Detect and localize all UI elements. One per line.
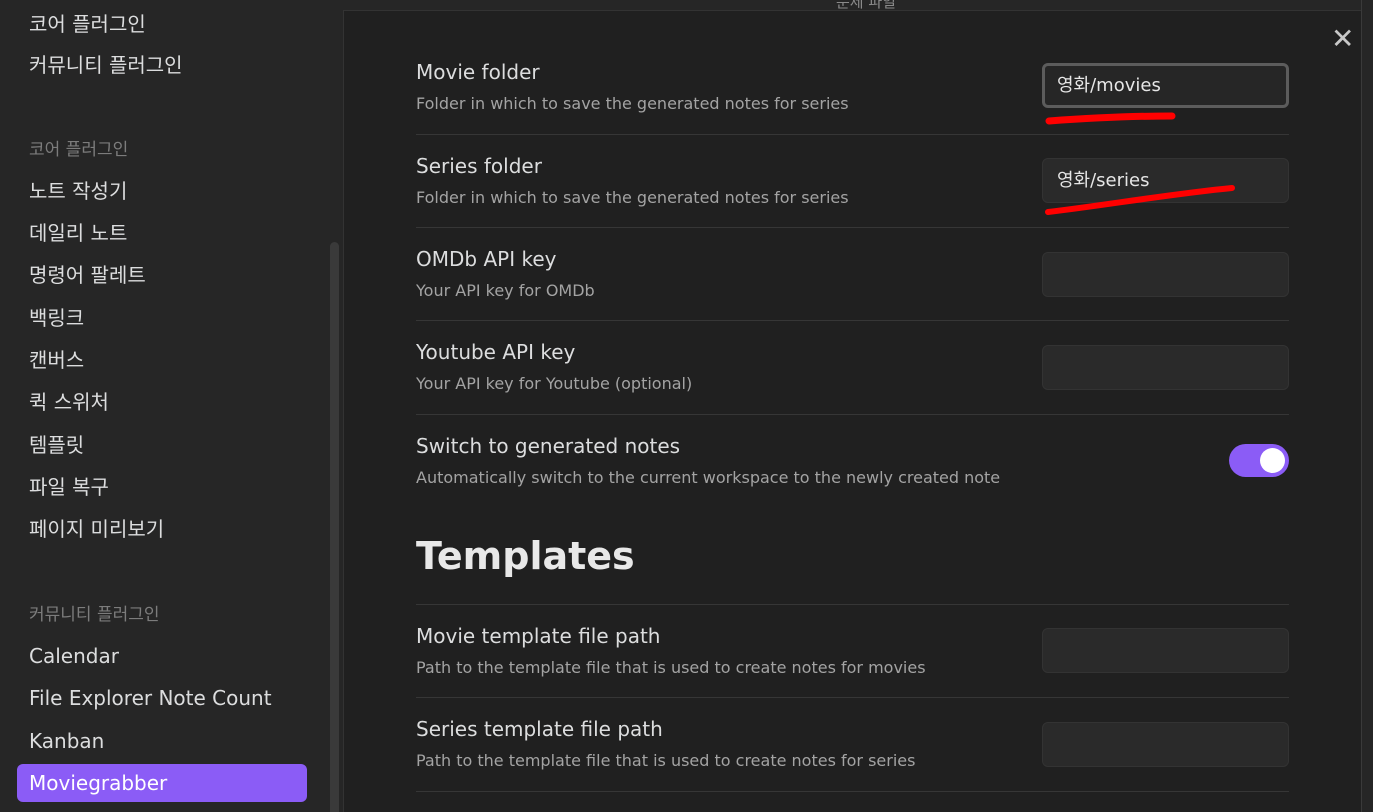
sidebar-scrollbar[interactable] <box>330 242 339 812</box>
sidebar-item-community-plugins[interactable]: 커뮤니티 플러그인 <box>17 46 307 84</box>
setting-movie-folder: Movie folder Folder in which to save the… <box>416 40 1289 135</box>
sidebar-item-note-composer[interactable]: 노트 작성기 <box>17 172 307 210</box>
window-right-edge <box>1361 0 1373 812</box>
setting-description: Folder in which to save the generated no… <box>416 94 849 113</box>
setting-description: Folder in which to save the generated no… <box>416 188 849 207</box>
sidebar-item-daily-notes[interactable]: 데일리 노트 <box>17 214 307 252</box>
sidebar-heading-core: 코어 플러그인 <box>29 140 129 160</box>
setting-description: Path to the template file that is used t… <box>416 658 926 677</box>
movie-folder-input[interactable]: 영화/movies <box>1042 63 1289 108</box>
series-template-path-input[interactable] <box>1042 722 1289 767</box>
setting-omdb-api-key: OMDb API key Your API key for OMDb <box>416 228 1289 321</box>
setting-series-template-path: Series template file path Path to the te… <box>416 698 1289 792</box>
series-folder-input[interactable]: 영화/series <box>1042 158 1289 203</box>
omdb-api-key-input[interactable] <box>1042 252 1289 297</box>
sidebar-item-templates[interactable]: 템플릿 <box>17 426 307 464</box>
setting-title: Movie template file path <box>416 624 661 648</box>
switch-generated-notes-toggle[interactable] <box>1229 444 1289 477</box>
close-icon[interactable]: ✕ <box>1331 24 1354 54</box>
movie-template-path-input[interactable] <box>1042 628 1289 673</box>
sidebar-item-calendar[interactable]: Calendar <box>17 637 307 675</box>
toggle-knob <box>1260 448 1285 473</box>
setting-title: Youtube API key <box>416 340 576 364</box>
setting-description: Your API key for OMDb <box>416 281 595 300</box>
sidebar-item-file-recovery[interactable]: 파일 복구 <box>17 468 307 506</box>
setting-description: Path to the template file that is used t… <box>416 751 916 770</box>
setting-title: OMDb API key <box>416 247 557 271</box>
setting-series-folder: Series folder Folder in which to save th… <box>416 135 1289 228</box>
setting-description: Automatically switch to the current work… <box>416 468 1001 487</box>
sidebar-item-canvas[interactable]: 캔버스 <box>17 341 307 379</box>
setting-movie-template-path: Movie template file path Path to the tem… <box>416 605 1289 698</box>
background-window-strip: 문제 파일 <box>0 0 1373 11</box>
sidebar-item-file-explorer-note-count[interactable]: File Explorer Note Count <box>17 679 307 717</box>
templates-heading: Templates <box>416 534 635 578</box>
sidebar-item-moviegrabber[interactable]: Moviegrabber <box>17 764 307 802</box>
setting-youtube-api-key: Youtube API key Your API key for Youtube… <box>416 321 1289 415</box>
setting-title: Series folder <box>416 154 542 178</box>
setting-switch-to-generated-notes: Switch to generated notes Automatically … <box>416 415 1289 510</box>
setting-title: Movie folder <box>416 60 540 84</box>
setting-title: Switch to generated notes <box>416 434 681 458</box>
youtube-api-key-input[interactable] <box>1042 345 1289 390</box>
setting-description: Your API key for Youtube (optional) <box>416 374 693 393</box>
sidebar-item-command-palette[interactable]: 명령어 팔레트 <box>17 256 307 294</box>
sidebar-heading-community: 커뮤니티 플러그인 <box>29 605 160 625</box>
sidebar-item-backlinks[interactable]: 백링크 <box>17 299 307 337</box>
sidebar-item-core-plugins[interactable]: 코어 플러그인 <box>17 10 307 43</box>
sidebar-item-page-preview[interactable]: 페이지 미리보기 <box>17 510 307 548</box>
sidebar-item-quick-switcher[interactable]: 퀵 스위처 <box>17 383 307 421</box>
setting-title: Series template file path <box>416 717 663 741</box>
sidebar-item-kanban[interactable]: Kanban <box>17 722 307 760</box>
settings-sidebar: 코어 플러그인 커뮤니티 플러그인 코어 플러그인 노트 작성기 데일리 노트 … <box>0 10 344 812</box>
